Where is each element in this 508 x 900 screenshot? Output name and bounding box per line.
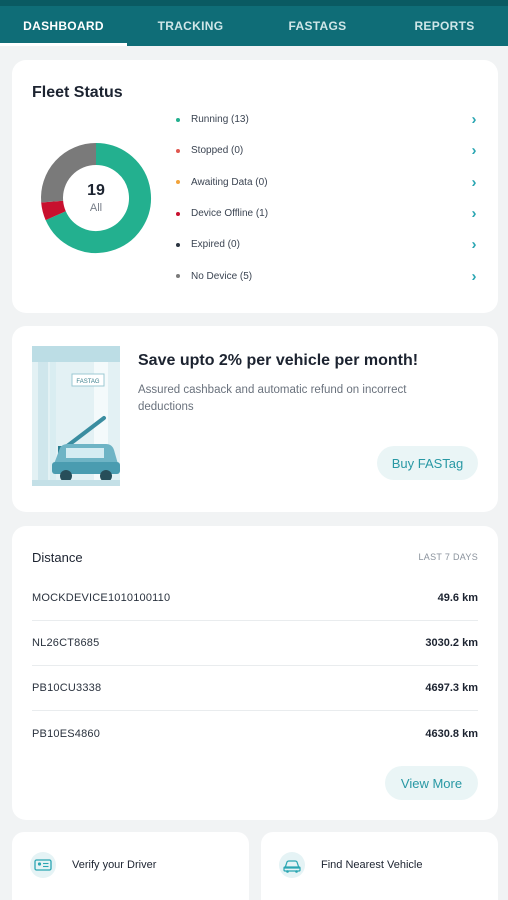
vehicle-distance: 3030.2 km <box>425 637 478 649</box>
chevron-right-icon: › <box>471 173 477 191</box>
distance-row[interactable]: PB10ES4860 4630.8 km <box>32 711 478 756</box>
tab-reports-label: REPORTS <box>414 19 475 33</box>
find-nearest-vehicle-card[interactable]: Find Nearest Vehicle <box>261 832 498 900</box>
id-card-icon <box>30 852 56 878</box>
fastag-sign-text: FASTAG <box>76 379 100 385</box>
fleet-status-title: Fleet Status <box>32 84 123 101</box>
status-label: Expired (0) <box>191 239 240 251</box>
status-dot <box>176 180 180 185</box>
vehicle-distance: 4697.3 km <box>425 682 478 694</box>
top-tab-bar: DASHBOARD TRACKING FASTAGS REPORTS <box>0 0 508 46</box>
view-more-button[interactable]: View More <box>385 766 478 800</box>
vehicle-id: PB10CU3338 <box>32 682 102 694</box>
promo-description: Assured cashback and automatic refund on… <box>138 384 407 413</box>
tab-list: DASHBOARD TRACKING FASTAGS REPORTS <box>0 6 508 46</box>
status-dot <box>176 274 180 279</box>
car-icon <box>279 852 305 878</box>
vehicle-id: NL26CT8685 <box>32 637 100 649</box>
tab-dashboard[interactable]: DASHBOARD <box>0 6 127 46</box>
tab-tracking-label: TRACKING <box>157 19 224 33</box>
status-row-no-device[interactable]: No Device (5) › <box>176 260 482 291</box>
fleet-status-list: Running (13) › Stopped (0) › Awaiting Da… <box>176 104 482 292</box>
status-label: Running (13) <box>191 114 249 126</box>
status-label: Device Offline (1) <box>191 208 269 220</box>
vehicle-distance: 4630.8 km <box>425 727 478 740</box>
distance-title: Distance <box>32 550 83 565</box>
tab-fastags-label: FASTAGS <box>288 19 347 33</box>
fleet-total-label: All <box>89 202 103 214</box>
chevron-right-icon: › <box>471 142 477 160</box>
fleet-total-count: 19 <box>87 182 105 199</box>
tab-tracking[interactable]: TRACKING <box>127 6 254 46</box>
tab-fastags[interactable]: FASTAGS <box>254 6 381 46</box>
status-label: Awaiting Data (0) <box>191 176 268 188</box>
status-label: Stopped (0) <box>191 145 244 157</box>
status-row-expired[interactable]: Expired (0) › <box>176 229 482 260</box>
status-dot <box>176 211 180 216</box>
distance-row[interactable]: MOCKDEVICE1010100110 49.6 km <box>32 576 478 621</box>
fastag-promo-card: FASTAG Save upto 2% per vehicle per mont… <box>12 326 498 512</box>
distance-list: MOCKDEVICE1010100110 49.6 km NL26CT8685 … <box>32 576 478 756</box>
status-dot <box>176 148 180 153</box>
status-dot <box>176 117 180 122</box>
vehicle-distance: 49.6 km <box>437 592 478 604</box>
chevron-right-icon: › <box>471 111 477 129</box>
status-label: No Device (5) <box>191 270 253 282</box>
tab-dashboard-label: DASHBOARD <box>23 19 104 33</box>
status-dot <box>176 242 180 247</box>
distance-row[interactable]: NL26CT8685 3030.2 km <box>32 621 478 666</box>
status-row-stopped[interactable]: Stopped (0) › <box>176 135 482 166</box>
chevron-right-icon: › <box>471 267 477 285</box>
status-row-device-offline[interactable]: Device Offline (1) › <box>176 198 482 229</box>
find-nearest-vehicle-label: Find Nearest Vehicle <box>321 859 423 871</box>
tab-reports[interactable]: REPORTS <box>381 6 508 46</box>
chevron-right-icon: › <box>471 236 477 254</box>
distance-row[interactable]: PB10CU3338 4697.3 km <box>32 666 478 711</box>
toll-booth-illustration: FASTAG <box>32 346 120 486</box>
verify-driver-card[interactable]: Verify your Driver <box>12 832 249 900</box>
verify-driver-label: Verify your Driver <box>72 859 157 871</box>
distance-card: Distance LAST 7 DAYS MOCKDEVICE101010011… <box>12 526 498 820</box>
promo-title: Save upto 2% per vehicle per month! <box>138 352 419 369</box>
fleet-status-card: Fleet Status 19 All Running (13) › Stopp… <box>12 60 498 313</box>
status-row-running[interactable]: Running (13) › <box>176 104 482 135</box>
chevron-right-icon: › <box>471 205 477 223</box>
vehicle-id: PB10ES4860 <box>32 727 101 740</box>
buy-fastag-button[interactable]: Buy FASTag <box>377 446 478 480</box>
vehicle-id: MOCKDEVICE1010100110 <box>32 592 171 604</box>
status-row-awaiting-data[interactable]: Awaiting Data (0) › <box>176 167 482 198</box>
distance-period-label: LAST 7 DAYS <box>418 552 478 562</box>
